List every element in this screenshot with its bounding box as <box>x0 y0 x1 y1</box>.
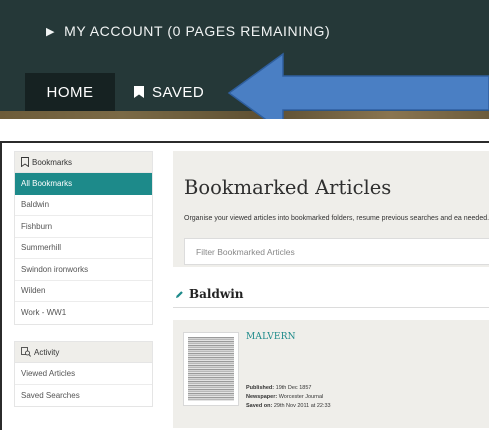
sidebar-item-label: Wilden <box>21 286 46 296</box>
bookmarks-heading: Bookmarks <box>15 152 152 173</box>
sidebar-item-label: Viewed Articles <box>21 368 76 378</box>
article-newspaper: Newspaper: Worcester Journal <box>246 394 323 400</box>
sidebar-item-all-bookmarks[interactable]: All Bookmarks <box>15 173 152 195</box>
newspaper-scan-image <box>188 337 234 401</box>
sidebar-item-label: Saved Searches <box>21 390 80 400</box>
activity-sidebar: Activity Viewed Articles Saved Searches <box>14 341 153 407</box>
sidebar-item-summerhill[interactable]: Summerhill <box>15 238 152 259</box>
saved-on-value: 29th Nov 2011 at 22:33 <box>273 403 331 409</box>
sidebar-item-swindon-ironworks[interactable]: Swindon ironworks <box>15 259 152 281</box>
saved-tab-label: SAVED <box>152 83 205 101</box>
folder-title: Baldwin <box>189 287 244 301</box>
activity-heading: Activity <box>15 342 152 363</box>
article-title-link[interactable]: MALVERN <box>246 332 296 342</box>
sidebar-item-viewed-articles[interactable]: Viewed Articles <box>15 363 152 385</box>
my-account-link[interactable]: ▶ MY ACCOUNT (0 PAGES REMAINING) <box>46 23 330 39</box>
sidebar-item-label: All Bookmarks <box>21 178 73 188</box>
folder-section: Baldwin <box>173 281 489 311</box>
sidebar-item-label: Baldwin <box>21 200 50 210</box>
divider <box>173 307 489 308</box>
article-saved-on: Saved on: 29th Nov 2011 at 22:33 <box>246 403 331 409</box>
article-thumbnail[interactable] <box>183 332 239 406</box>
home-tab-label: HOME <box>46 83 94 101</box>
sidebar-item-baldwin[interactable]: Baldwin <box>15 195 152 216</box>
saved-on-label: Saved on: <box>246 403 273 409</box>
bookmarks-hero: Bookmarked Articles Organise your viewed… <box>173 151 489 267</box>
published-value: 19th Dec 1857 <box>275 385 312 391</box>
article-published: Published: 19th Dec 1857 <box>246 385 311 391</box>
sidebar-item-label: Fishburn <box>21 221 53 231</box>
pointer-arrow-icon <box>227 52 489 119</box>
bookmarks-sidebar: Bookmarks All Bookmarks Baldwin Fishburn… <box>14 151 153 325</box>
sidebar-item-wilden[interactable]: Wilden <box>15 281 152 302</box>
article-card[interactable]: MALVERN Published: 19th Dec 1857 Newspap… <box>173 320 489 428</box>
filter-placeholder: Filter Bookmarked Articles <box>196 246 295 257</box>
published-label: Published: <box>246 385 275 391</box>
edit-pencil-icon[interactable] <box>175 290 184 299</box>
page-description: Organise your viewed articles into bookm… <box>184 215 489 222</box>
bookmark-icon <box>134 86 144 98</box>
my-account-label: MY ACCOUNT (0 PAGES REMAINING) <box>64 23 331 39</box>
sidebar-item-label: Summerhill <box>21 243 62 253</box>
saved-tab[interactable]: SAVED <box>134 73 204 111</box>
site-header: ▶ MY ACCOUNT (0 PAGES REMAINING) HOME SAV… <box>0 0 489 119</box>
sidebar-item-fishburn[interactable]: Fishburn <box>15 216 152 238</box>
newspaper-value: Worcester Journal <box>278 394 324 400</box>
sidebar-item-label: Work - WW1 <box>21 308 67 318</box>
sidebar-item-saved-searches[interactable]: Saved Searches <box>15 385 152 407</box>
caret-right-icon: ▶ <box>46 26 56 38</box>
home-tab[interactable]: HOME <box>25 73 115 111</box>
newspaper-label: Newspaper: <box>246 394 278 400</box>
bookmark-outline-icon <box>21 157 29 167</box>
activity-search-icon <box>21 347 31 357</box>
activity-heading-label: Activity <box>34 347 60 357</box>
bookmarks-heading-label: Bookmarks <box>32 157 73 167</box>
sidebar-item-work-ww1[interactable]: Work - WW1 <box>15 302 152 324</box>
bookmarks-page: Bookmarks All Bookmarks Baldwin Fishburn… <box>0 141 489 430</box>
page-title: Bookmarked Articles <box>184 176 392 199</box>
sidebar-item-label: Swindon ironworks <box>21 264 89 274</box>
filter-bookmarks-input[interactable]: Filter Bookmarked Articles <box>184 238 489 265</box>
